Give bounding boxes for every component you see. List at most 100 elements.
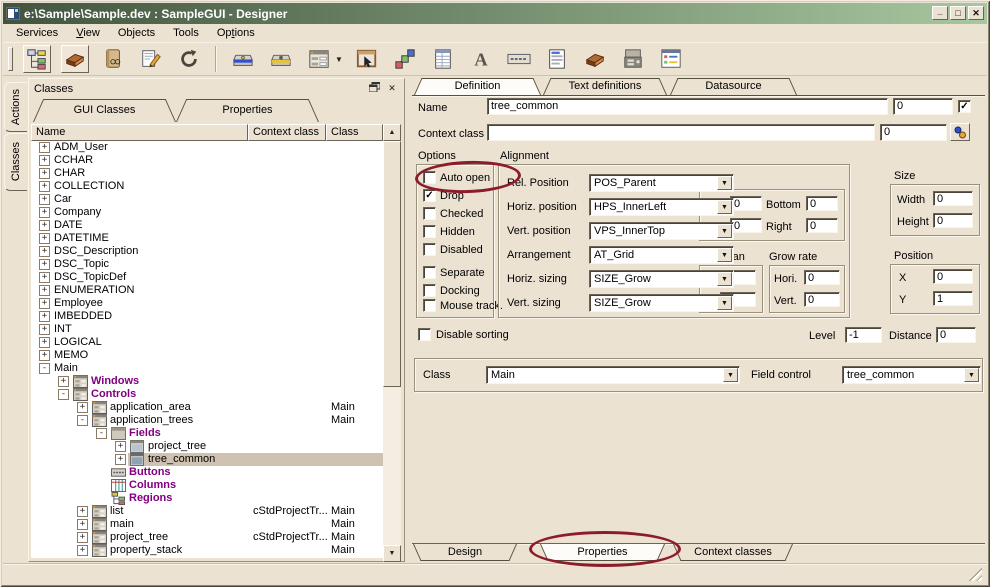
expand-plus-icon[interactable]: +	[39, 207, 50, 218]
disable-sorting-checkbox[interactable]	[418, 328, 431, 341]
grid-list-icon[interactable]	[429, 45, 457, 73]
checkbox-disabled[interactable]	[423, 243, 436, 256]
tree-row-list[interactable]: +listcStdProjectTr...Main	[31, 505, 383, 518]
collapse-minus-icon[interactable]: -	[39, 363, 50, 374]
tab-text-definitions[interactable]: Text definitions	[543, 78, 667, 95]
expand-plus-icon[interactable]: +	[39, 168, 50, 179]
tree-row-buttons[interactable]: Buttons	[31, 466, 383, 479]
position-y-input[interactable]: 1	[933, 291, 973, 306]
tree-row-logical[interactable]: +LOGICAL	[31, 336, 383, 349]
height-input[interactable]: 0	[933, 213, 973, 228]
column-header-context-class[interactable]: Context class	[248, 124, 326, 141]
name-input[interactable]: tree_common	[487, 98, 888, 115]
chevron-down-icon[interactable]: ▼	[717, 224, 732, 238]
minimize-button[interactable]: _	[932, 6, 948, 20]
expand-plus-icon[interactable]: +	[39, 259, 50, 270]
column-header-class[interactable]: Class	[326, 124, 383, 141]
expand-plus-icon[interactable]: +	[77, 545, 88, 556]
checkbox-drop[interactable]: ✓	[423, 189, 436, 202]
tree-row-imbedded[interactable]: +IMBEDDED	[31, 310, 383, 323]
checkbox-mouse-track[interactable]	[423, 299, 436, 312]
scroll-up-icon[interactable]: ▲	[383, 124, 401, 141]
expand-plus-icon[interactable]: +	[39, 350, 50, 361]
checkbox-separate[interactable]	[423, 266, 436, 279]
checkbox-hidden[interactable]	[423, 225, 436, 238]
menu-item-services[interactable]: Services	[7, 25, 67, 41]
checkbox-checked[interactable]	[423, 207, 436, 220]
tab-properties-left[interactable]: Properties	[176, 99, 319, 122]
expand-plus-icon[interactable]: +	[39, 285, 50, 296]
tree-row-columns[interactable]: Columns	[31, 479, 383, 492]
chevron-down-icon[interactable]: ▼	[717, 296, 732, 310]
combo-rel-position[interactable]: POS_Parent▼	[589, 174, 734, 192]
expand-plus-icon[interactable]: +	[39, 298, 50, 309]
tab-design[interactable]: Design	[413, 544, 517, 561]
width-input[interactable]: 0	[933, 191, 973, 206]
expand-plus-icon[interactable]: +	[77, 506, 88, 517]
toolbar-handle[interactable]	[8, 47, 13, 71]
distance-input[interactable]: 0	[936, 327, 976, 343]
collapse-minus-icon[interactable]: -	[77, 415, 88, 426]
margin-bottom-input[interactable]: 0	[806, 196, 838, 211]
form-window-icon[interactable]	[305, 45, 333, 73]
combo-arrangement[interactable]: AT_Grid▼	[589, 246, 734, 264]
dock-tab-classes[interactable]: Classes	[4, 133, 27, 191]
float-panel-icon[interactable]	[367, 82, 381, 95]
tree-row-dsc-topic[interactable]: +DSC_Topic	[31, 258, 383, 271]
collapse-minus-icon[interactable]: -	[96, 428, 107, 439]
combo-vert-position[interactable]: VPS_InnerTop▼	[589, 222, 734, 240]
context-index-input[interactable]: 0	[880, 124, 947, 141]
window-pointer-icon[interactable]	[353, 45, 381, 73]
tree-row-date[interactable]: +DATE	[31, 219, 383, 232]
field-control-combo[interactable]: tree_common ▼	[842, 366, 981, 384]
expand-plus-icon[interactable]: +	[39, 272, 50, 283]
tab-context-classes[interactable]: Context classes	[673, 544, 793, 561]
tree-row-collection[interactable]: +COLLECTION	[31, 180, 383, 193]
column-header-name[interactable]: Name	[31, 124, 248, 141]
tree-row-main[interactable]: -Main	[31, 362, 383, 375]
tree-row-memo[interactable]: +MEMO	[31, 349, 383, 362]
chevron-down-icon[interactable]: ▼	[717, 272, 732, 286]
expand-plus-icon[interactable]: +	[39, 311, 50, 322]
gem2-icon[interactable]	[581, 45, 609, 73]
title-bar[interactable]: e:\Sample\Sample.dev : SampleGUI - Desig…	[3, 3, 987, 24]
margin-right-input[interactable]: 0	[806, 218, 838, 233]
tree-row-int[interactable]: +INT	[31, 323, 383, 336]
menu-item-options[interactable]: Options	[208, 25, 264, 41]
tree-row-company[interactable]: +Company	[31, 206, 383, 219]
mini-button-icon[interactable]	[505, 45, 533, 73]
chevron-down-icon[interactable]: ▼	[717, 176, 732, 190]
expand-plus-icon[interactable]: +	[39, 233, 50, 244]
tab-datasource[interactable]: Datasource	[670, 78, 797, 95]
tree-row-application-area[interactable]: +application_areaMain	[31, 401, 383, 414]
tree-row-application-trees[interactable]: -application_treesMain	[31, 414, 383, 427]
expand-plus-icon[interactable]: +	[39, 246, 50, 257]
checkbox-auto-open[interactable]	[423, 171, 436, 184]
tree-row-car[interactable]: +Car	[31, 193, 383, 206]
tab-gui-classes[interactable]: GUI Classes	[33, 99, 176, 122]
expand-plus-icon[interactable]: +	[77, 519, 88, 530]
menu-item-objects[interactable]: Objects	[109, 25, 164, 41]
grow-rate-vert-input[interactable]: 0	[804, 292, 840, 307]
expand-plus-icon[interactable]: +	[39, 181, 50, 192]
context-class-input[interactable]	[487, 124, 875, 141]
context-lookup-button[interactable]	[950, 123, 970, 141]
level-input[interactable]: -1	[845, 327, 882, 343]
tree-row-datetime[interactable]: +DATETIME	[31, 232, 383, 245]
edit-page-icon[interactable]	[137, 45, 165, 73]
tree-row-regions[interactable]: Regions	[31, 492, 383, 505]
name-index-input[interactable]: 0	[893, 98, 953, 115]
tree-row-project-tree[interactable]: +project_treecStdProjectTr...Main	[31, 531, 383, 544]
letter-a-icon[interactable]: A	[467, 45, 495, 73]
combo-horiz-sizing[interactable]: SIZE_Grow▼	[589, 270, 734, 288]
expand-plus-icon[interactable]: +	[39, 220, 50, 231]
hierarchy-icon[interactable]	[23, 45, 51, 73]
tree-row-main[interactable]: +mainMain	[31, 518, 383, 531]
chevron-down-icon[interactable]: ▼	[717, 248, 732, 262]
expand-plus-icon[interactable]: +	[39, 337, 50, 348]
tree-row-project-tree[interactable]: +project_tree	[31, 440, 383, 453]
book-icon[interactable]	[99, 45, 127, 73]
chevron-down-icon[interactable]: ▼	[717, 200, 732, 214]
tree-row-property-stack[interactable]: +property_stackMain	[31, 544, 383, 557]
color-links-icon[interactable]	[391, 45, 419, 73]
